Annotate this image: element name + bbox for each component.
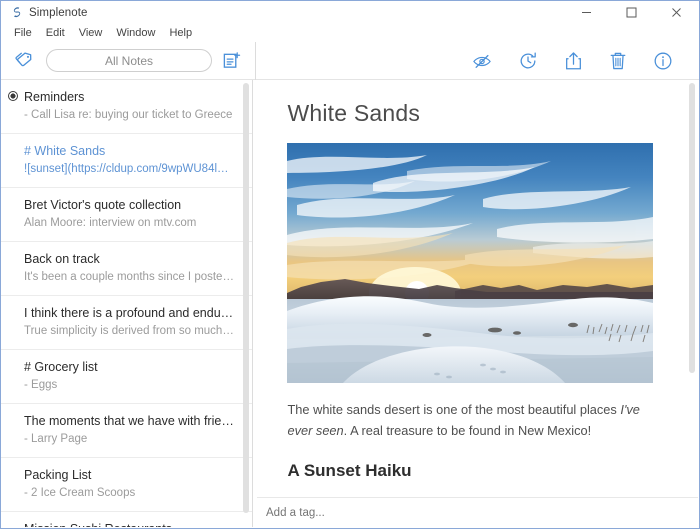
- list-item[interactable]: # White Sands ![sunset](https://cldup.co…: [1, 134, 253, 188]
- toolbar-note-actions: [256, 42, 699, 80]
- note-title: The moments that we have with friend...: [24, 414, 235, 428]
- note-snippet: - 2 Ice Cream Scoops: [24, 487, 136, 499]
- note-snippet: ![sunset](https://cldup.com/9wpWU84l3n.j…: [24, 163, 235, 175]
- app-title: Simplenote: [29, 6, 88, 19]
- eye-slash-icon[interactable]: [472, 52, 492, 70]
- note-title: Back on track: [24, 252, 100, 266]
- add-tag-input[interactable]: [266, 506, 446, 519]
- menu-view[interactable]: View: [72, 26, 110, 40]
- note-subheading: A Sunset Haiku: [287, 461, 412, 480]
- note-title: Mission Sushi Restaurants: [24, 521, 234, 527]
- trash-icon[interactable]: [609, 51, 627, 71]
- list-item[interactable]: Back on track It's been a couple months …: [1, 242, 253, 296]
- search-input[interactable]: All Notes: [46, 49, 212, 72]
- menu-help[interactable]: Help: [162, 26, 199, 40]
- note-title: # White Sands: [24, 144, 106, 158]
- note-paragraph-part1: The white sands desert is one of the mos…: [287, 402, 621, 417]
- note-title: I think there is a profound and enduring: [24, 306, 235, 320]
- info-circle-icon[interactable]: [653, 51, 673, 71]
- menu-edit[interactable]: Edit: [39, 26, 72, 40]
- title-bar: Simplenote: [1, 1, 699, 24]
- share-upload-icon[interactable]: [564, 51, 583, 71]
- tag-bar: [257, 497, 698, 527]
- list-item[interactable]: Bret Victor's quote collection Alan Moor…: [1, 188, 253, 242]
- note-list[interactable]: Reminders - Call Lisa re: buying our tic…: [1, 80, 254, 527]
- note-list-scrollbar[interactable]: [243, 83, 250, 513]
- menu-bar: File Edit View Window Help: [1, 24, 699, 42]
- list-item[interactable]: Mission Sushi Restaurants - Suogi: [1, 512, 252, 527]
- search-input-value: All Notes: [104, 53, 154, 68]
- list-item[interactable]: # Grocery list - Eggs: [1, 350, 253, 404]
- note-image-sunset: [287, 143, 654, 383]
- tags-icon[interactable]: [15, 51, 36, 70]
- note-paragraph: The white sands desert is one of the mos…: [287, 399, 655, 441]
- note-editor[interactable]: White Sands The white sands desert is on…: [253, 80, 699, 527]
- note-title: Packing List: [24, 468, 92, 482]
- title-bar-left: Simplenote: [1, 6, 88, 19]
- note-snippet: It's been a couple months since I posted…: [24, 271, 235, 283]
- page-title: White Sands: [287, 100, 421, 126]
- menu-file[interactable]: File: [7, 26, 39, 40]
- list-item[interactable]: Packing List - 2 Ice Cream Scoops: [1, 458, 253, 512]
- pin-icon: [8, 91, 18, 101]
- maximize-icon[interactable]: [609, 1, 654, 24]
- new-note-icon[interactable]: [222, 51, 241, 70]
- note-editor-content: White Sands The white sands desert is on…: [253, 80, 699, 481]
- menu-window[interactable]: Window: [109, 26, 162, 40]
- note-snippet: True simplicity is derived from so much …: [24, 325, 235, 337]
- close-icon[interactable]: [654, 1, 699, 24]
- history-clock-icon[interactable]: [518, 51, 538, 71]
- note-editor-scrollbar[interactable]: [689, 83, 695, 373]
- main-body: Reminders - Call Lisa re: buying our tic…: [1, 80, 699, 527]
- note-list-items: Reminders - Call Lisa re: buying our tic…: [1, 80, 253, 527]
- note-title: # Grocery list: [24, 360, 98, 374]
- window-controls: [564, 1, 699, 24]
- sunset-illustration: [287, 143, 654, 383]
- minimize-icon[interactable]: [564, 1, 609, 24]
- note-paragraph-part2: . A real treasure to be found in New Mex…: [343, 423, 592, 438]
- note-snippet: - Call Lisa re: buying our ticket to Gre…: [24, 109, 233, 121]
- list-item[interactable]: I think there is a profound and enduring…: [1, 296, 253, 350]
- note-snippet: - Larry Page: [24, 433, 88, 445]
- list-item[interactable]: The moments that we have with friend... …: [1, 404, 253, 458]
- simplenote-logo-icon: [9, 6, 22, 19]
- note-snippet: Alan Moore: interview on mtv.com: [24, 217, 197, 229]
- toolbar-list-section: All Notes: [1, 41, 256, 80]
- list-item[interactable]: Reminders - Call Lisa re: buying our tic…: [1, 80, 253, 134]
- note-title: Reminders: [24, 90, 85, 104]
- note-snippet: - Eggs: [24, 379, 58, 391]
- note-title: Bret Victor's quote collection: [24, 198, 182, 212]
- main-toolbar: All Notes: [1, 41, 699, 80]
- simplenote-window: Simplenote File Edit View Window Help Al…: [0, 0, 700, 529]
